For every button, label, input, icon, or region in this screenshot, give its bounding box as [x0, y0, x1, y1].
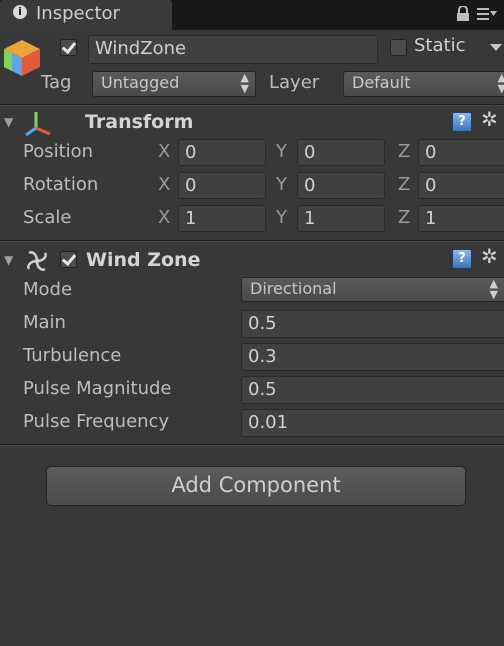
position-z-field[interactable]: 0	[418, 139, 504, 166]
pulse-frequency-field[interactable]: 0.01	[241, 409, 504, 437]
wind-zone-icon	[27, 251, 47, 271]
mode-label: Mode	[23, 279, 73, 300]
layer-dropdown[interactable]: Default ▲▼	[343, 71, 504, 97]
pulse-magnitude-field[interactable]: 0.5	[241, 376, 504, 404]
rotation-y-field[interactable]: 0	[297, 172, 385, 199]
y-axis-label[interactable]: Y	[276, 207, 287, 228]
lock-icon[interactable]	[456, 6, 470, 22]
mode-dropdown[interactable]: Directional ▲ ▼	[241, 277, 504, 302]
gear-icon[interactable]: ✲	[481, 107, 498, 131]
y-axis-label[interactable]: Y	[276, 174, 287, 195]
tab-title: Inspector	[36, 3, 120, 24]
active-checkbox[interactable]	[60, 39, 77, 56]
rotation-x-field[interactable]: 0	[178, 172, 266, 199]
layer-label: Layer	[269, 72, 320, 93]
rotation-z-field[interactable]: 0	[418, 172, 504, 199]
divider	[0, 241, 504, 242]
transform-axes-icon	[25, 112, 51, 136]
dropdown-arrows-icon: ▲▼	[498, 72, 504, 94]
z-axis-label[interactable]: Z	[398, 141, 410, 162]
divider	[0, 445, 504, 446]
dropdown-arrows-icon: ▲▼	[489, 277, 498, 301]
z-axis-label[interactable]: Z	[398, 174, 410, 195]
z-axis-label[interactable]: Z	[398, 207, 410, 228]
gear-icon[interactable]: ✲	[481, 244, 498, 268]
divider	[0, 105, 504, 106]
windzone-foldout-icon[interactable]: ▼	[4, 253, 13, 267]
info-icon: i	[13, 5, 27, 19]
layer-value: Default	[352, 73, 411, 92]
cube-icon	[4, 40, 40, 76]
pulse-frequency-label: Pulse Frequency	[23, 411, 170, 432]
static-label: Static	[414, 35, 466, 56]
dropdown-arrows-icon: ▲▼	[240, 71, 249, 95]
position-label: Position	[23, 141, 94, 162]
add-component-button[interactable]: Add Component	[46, 466, 466, 506]
tag-value: Untagged	[101, 73, 180, 92]
object-name-field[interactable]: WindZone	[88, 35, 378, 64]
transform-title: Transform	[85, 111, 194, 133]
windzone-title: Wind Zone	[86, 249, 201, 271]
scale-y-field[interactable]: 1	[297, 205, 385, 232]
scale-z-field[interactable]: 1	[418, 205, 504, 232]
main-label: Main	[23, 312, 66, 333]
turbulence-label: Turbulence	[23, 345, 122, 366]
y-axis-label[interactable]: Y	[276, 141, 287, 162]
scale-x-field[interactable]: 1	[178, 205, 266, 232]
help-icon[interactable]: ?	[452, 249, 472, 269]
x-axis-label[interactable]: X	[158, 141, 170, 162]
rotation-label: Rotation	[23, 174, 99, 195]
help-icon[interactable]: ?	[452, 112, 472, 132]
x-axis-label[interactable]: X	[158, 207, 170, 228]
turbulence-field[interactable]: 0.3	[241, 343, 504, 371]
transform-foldout-icon[interactable]: ▼	[4, 115, 13, 129]
x-axis-label[interactable]: X	[158, 174, 170, 195]
menu-icon[interactable]	[477, 6, 497, 22]
position-y-field[interactable]: 0	[297, 139, 385, 166]
static-checkbox[interactable]	[390, 39, 407, 56]
mode-value: Directional	[250, 279, 337, 298]
position-x-field[interactable]: 0	[178, 139, 266, 166]
tag-dropdown[interactable]: Untagged ▲ ▼	[92, 71, 256, 97]
windzone-enabled-checkbox[interactable]	[60, 251, 77, 268]
tag-label: Tag	[41, 72, 72, 93]
scale-label: Scale	[23, 207, 72, 228]
pulse-magnitude-label: Pulse Magnitude	[23, 378, 172, 399]
static-dropdown-arrow-icon[interactable]	[490, 44, 502, 52]
main-field[interactable]: 0.5	[241, 310, 504, 338]
